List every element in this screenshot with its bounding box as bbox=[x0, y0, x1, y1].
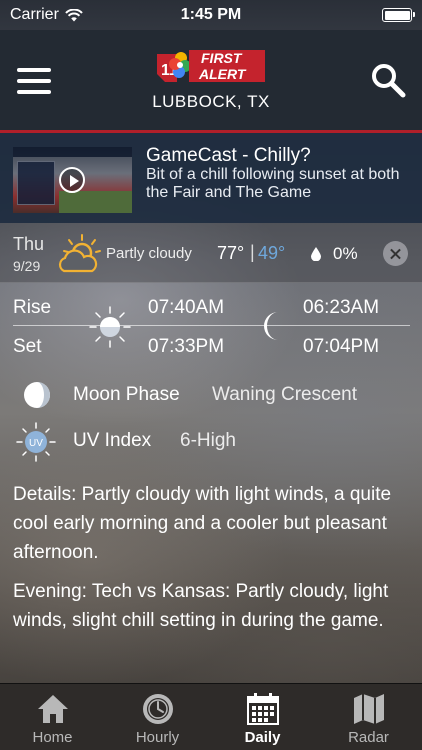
news-thumbnail bbox=[13, 147, 132, 213]
tab-daily[interactable]: Daily bbox=[210, 684, 315, 750]
tab-home[interactable]: Home bbox=[0, 684, 105, 750]
moon-phase-icon bbox=[24, 382, 50, 408]
set-label: Set bbox=[13, 336, 42, 357]
home-icon bbox=[38, 695, 68, 723]
first-alert-logo: 11 FIRST ALERT bbox=[157, 50, 265, 82]
rise-label: Rise bbox=[13, 297, 52, 318]
high-temp: 77° bbox=[217, 243, 245, 263]
tab-radar[interactable]: Radar bbox=[316, 684, 421, 750]
app-header: 11 FIRST ALERT LUBBOCK, TX bbox=[0, 30, 422, 130]
calendar-icon bbox=[247, 693, 279, 725]
partly-cloudy-icon bbox=[58, 234, 101, 273]
uv-icon-text: UV bbox=[29, 438, 43, 449]
moon-phase-value: Waning Crescent bbox=[212, 384, 358, 405]
forecast-evening: Evening: Tech vs Kansas: Partly cloudy, … bbox=[13, 581, 389, 631]
logo-first-text: FIRST bbox=[201, 50, 243, 66]
uv-index-value: 6-High bbox=[180, 430, 236, 451]
close-button[interactable] bbox=[383, 241, 408, 266]
moonrise-time: 06:23AM bbox=[303, 297, 380, 318]
tab-hourly[interactable]: Hourly bbox=[105, 684, 210, 750]
sunset-time: 07:33PM bbox=[148, 336, 225, 357]
city-label: LUBBOCK, TX bbox=[152, 92, 270, 111]
clock-icon bbox=[143, 694, 173, 724]
logo-alert-text: ALERT bbox=[198, 66, 247, 82]
moonset-time: 07:04PM bbox=[303, 336, 380, 357]
carrier-info: Carrier bbox=[10, 6, 83, 24]
news-description: Bit of a chill following sunset at both … bbox=[146, 166, 400, 201]
day-forecast-row[interactable]: Thu 9/29 Partly cloudy 77° | 49° 0% bbox=[0, 223, 422, 283]
forecast-details: Details: Partly cloudy with light winds,… bbox=[13, 484, 392, 563]
battery-icon bbox=[382, 8, 415, 22]
moon-phase-row: Moon Phase Waning Crescent bbox=[0, 376, 422, 416]
uv-index-label: UV Index bbox=[73, 430, 152, 451]
tab-radar-label: Radar bbox=[348, 729, 389, 746]
condition-text: Partly cloudy bbox=[106, 245, 192, 262]
search-icon[interactable] bbox=[368, 60, 408, 100]
uv-index-row: UV UV Index 6-High bbox=[0, 420, 422, 462]
day-name: Thu bbox=[13, 234, 45, 254]
tab-bar: Home Hourly Daily Radar bbox=[0, 683, 422, 750]
temp-separator: | bbox=[250, 242, 255, 262]
sun-moon-times: Rise Set 07:40AM 07:33PM 06:23AM 07:04PM bbox=[0, 290, 422, 370]
low-temp: 49° bbox=[258, 243, 286, 263]
day-date: 9/29 bbox=[13, 258, 41, 274]
moon-phase-label: Moon Phase bbox=[73, 384, 180, 405]
news-title: GameCast - Chilly? bbox=[146, 145, 311, 166]
carrier-label: Carrier bbox=[10, 6, 59, 23]
sun-icon bbox=[89, 306, 131, 348]
tab-hourly-label: Hourly bbox=[135, 729, 180, 746]
news-item[interactable]: GameCast - Chilly? Bit of a chill follow… bbox=[0, 133, 422, 223]
moon-icon bbox=[264, 312, 278, 340]
wifi-icon bbox=[65, 8, 83, 21]
precip-chance: 0% bbox=[333, 244, 358, 263]
play-video-icon[interactable] bbox=[59, 167, 85, 193]
horizon-line bbox=[13, 325, 410, 326]
raindrop-icon bbox=[311, 247, 321, 261]
tab-home-label: Home bbox=[32, 729, 73, 746]
sunrise-time: 07:40AM bbox=[148, 297, 225, 318]
tab-daily-label: Daily bbox=[244, 729, 281, 746]
uv-sun-icon: UV bbox=[16, 422, 56, 462]
map-icon bbox=[354, 694, 384, 724]
menu-button[interactable] bbox=[17, 68, 51, 94]
status-bar: Carrier 1:45 PM bbox=[0, 0, 422, 30]
